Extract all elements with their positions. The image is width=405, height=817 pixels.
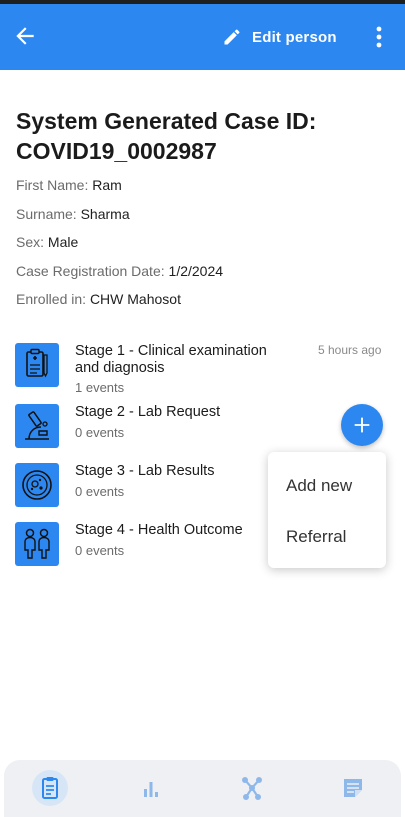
attribute-first-name: First Name: Ram <box>16 176 122 194</box>
stage-name: Stage 2 - Lab Request <box>75 404 221 420</box>
clipboard-medical-icon <box>15 343 59 387</box>
case-title: System Generated Case ID: COVID19_000298… <box>16 106 396 166</box>
stage-event-count: 1 events <box>75 380 125 395</box>
attribute-key: Sex: <box>16 234 45 250</box>
dashboard-icon[interactable] <box>32 770 68 806</box>
add-event-fab[interactable] <box>341 404 383 446</box>
stage-item-1[interactable]: Stage 1 - Clinical examination and diagn… <box>15 343 395 395</box>
fab-menu: Add new Referral <box>268 452 386 568</box>
attribute-value: 1/2/2024 <box>168 263 224 279</box>
more-vertical-icon[interactable] <box>368 24 390 50</box>
attribute-value: Sharma <box>80 206 130 222</box>
stage-name: Stage 1 - Clinical examination and diagn… <box>75 343 267 376</box>
attribute-key: First Name: <box>16 177 89 193</box>
case-id: COVID19_0002987 <box>16 138 217 164</box>
stage-name: Stage 4 - Health Outcome <box>75 522 243 538</box>
pencil-icon <box>224 29 240 45</box>
attribute-sex: Sex: Male <box>16 233 78 251</box>
attribute-registration-date: Case Registration Date: 1/2/2024 <box>16 262 223 280</box>
attribute-key: Case Registration Date: <box>16 263 165 279</box>
attribute-value: Ram <box>92 177 122 193</box>
attribute-enrolled-in: Enrolled in: CHW Mahosot <box>16 290 181 308</box>
attribute-value: Male <box>47 234 79 250</box>
app-bar: Edit person <box>0 4 405 70</box>
edit-person-button[interactable]: Edit person <box>222 22 337 52</box>
microscope-icon <box>15 404 59 448</box>
attribute-key: Enrolled in: <box>16 291 87 307</box>
arrow-back-icon[interactable] <box>12 23 38 49</box>
stage-name: Stage 3 - Lab Results <box>75 463 215 479</box>
attribute-surname: Surname: Sharma <box>16 205 130 223</box>
stage-item-2[interactable]: Stage 2 - Lab Request 0 events <box>15 404 395 448</box>
stage-event-count: 0 events <box>75 425 125 440</box>
menu-item-referral[interactable]: Referral <box>286 527 346 547</box>
menu-item-add-new[interactable]: Add new <box>286 476 352 496</box>
bottom-navigation <box>4 760 401 817</box>
people-icon <box>15 522 59 566</box>
petri-dish-icon <box>15 463 59 507</box>
relationships-icon[interactable] <box>234 770 270 806</box>
attribute-key: Surname: <box>16 206 77 222</box>
notes-icon[interactable] <box>335 770 371 806</box>
attribute-value: CHW Mahosot <box>89 291 181 307</box>
analytics-icon[interactable] <box>133 770 169 806</box>
plus-icon <box>354 417 370 433</box>
edit-person-label: Edit person <box>252 28 337 46</box>
case-title-line1: System Generated Case ID: <box>16 108 317 134</box>
stage-timestamp: 5 hours ago <box>318 343 382 357</box>
stage-event-count: 0 events <box>75 484 125 499</box>
stage-event-count: 0 events <box>75 543 125 558</box>
